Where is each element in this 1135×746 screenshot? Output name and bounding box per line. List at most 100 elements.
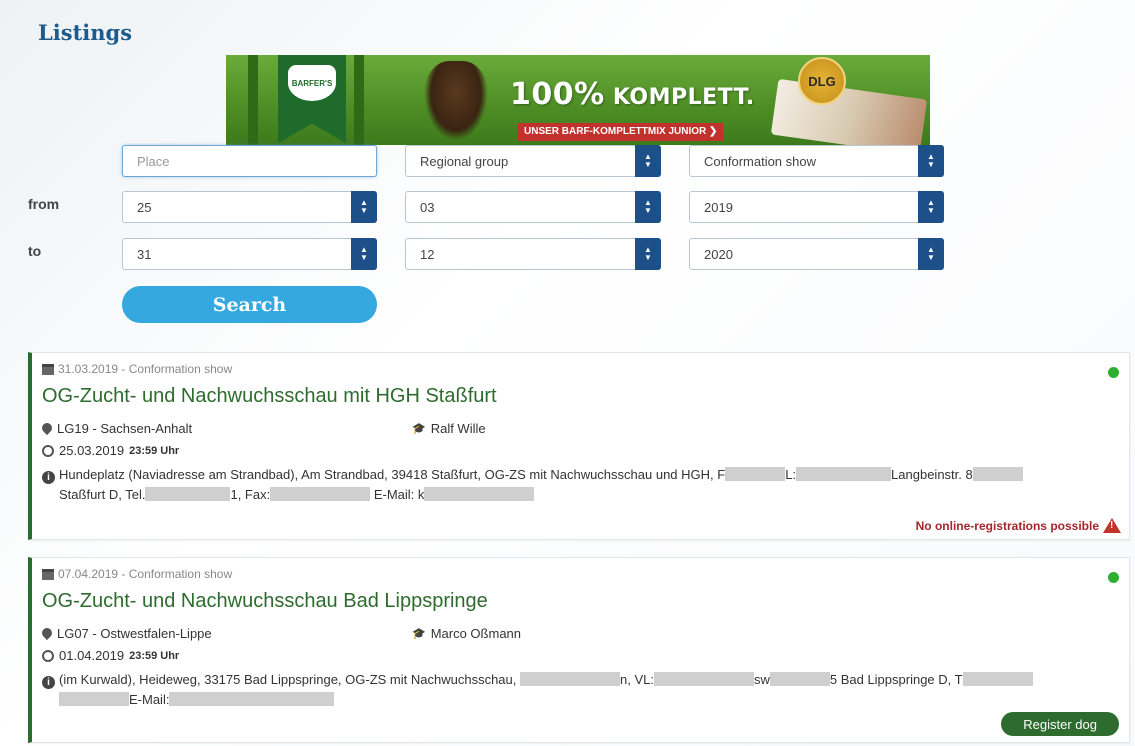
info-text-d: Staßfurt D, Tel.: [59, 487, 146, 502]
registration-status-text: No online-registrations possible: [915, 518, 1099, 533]
judge-name: Marco Oßmann: [430, 626, 522, 641]
region-text: LG19 - Sachsen-Anhalt: [57, 421, 193, 436]
redacted-block: [520, 672, 620, 686]
listing-judge: 🎓 Marco Oßmann: [412, 626, 521, 641]
to-month-value: 12: [420, 246, 435, 262]
registration-status: No online-registrations possible: [916, 518, 1121, 533]
redacted-block: [59, 692, 129, 706]
select-arrows-icon[interactable]: ▲ ▼: [351, 238, 377, 270]
info-text-b: n, VL:: [620, 672, 654, 687]
to-label: to: [28, 243, 42, 259]
graduation-cap-icon: 🎓: [412, 628, 426, 640]
to-month-select[interactable]: 12 ▲ ▼: [405, 238, 661, 270]
select-arrows-icon[interactable]: ▲ ▼: [635, 145, 661, 177]
redacted-block: [962, 672, 1033, 686]
info-text-c: Langbeinstr. 8: [891, 467, 973, 482]
info-text-c: sw: [753, 672, 770, 687]
redacted-block: [769, 672, 830, 686]
info-text-e: 1, Fax:: [230, 487, 271, 502]
listing-info: i (im Kurwald), Heideweg, 33175 Bad Lipps…: [42, 670, 1092, 710]
clock-icon: [42, 444, 54, 457]
place-input-wrapper[interactable]: [122, 145, 377, 177]
listing-info: i Hundeplatz (Naviadresse am Strandbad), …: [42, 465, 1092, 505]
redacted-block: [424, 487, 535, 501]
judge-name: Ralf Wille: [430, 421, 486, 436]
warning-icon: [1103, 518, 1121, 533]
listing-date-type: 07.04.2019 - Conformation show: [58, 567, 233, 581]
from-year-select[interactable]: 2019 ▲ ▼: [689, 191, 944, 223]
select-arrows-icon[interactable]: ▲ ▼: [918, 145, 944, 177]
select-arrows-icon[interactable]: ▲ ▼: [635, 191, 661, 223]
status-dot-icon: [1108, 367, 1119, 378]
graduation-cap-icon: 🎓: [412, 423, 426, 435]
select-arrows-icon[interactable]: ▲ ▼: [918, 191, 944, 223]
page: Listings BARFER'S 100% KOMPLETT. UNSER B…: [0, 0, 1135, 746]
deadline-time: 23:59 Uhr: [129, 649, 180, 662]
search-button[interactable]: Search: [122, 286, 377, 323]
listing-meta: 07.04.2019 - Conformation show: [42, 567, 232, 581]
redacted-block: [145, 487, 231, 501]
redacted-block: [270, 487, 371, 501]
from-day-value: 25: [137, 199, 152, 215]
clock-icon: [42, 649, 54, 662]
listing-deadline: 25.03.2019 23:59 Uhr: [42, 443, 179, 458]
deadline-date: 01.04.2019: [59, 648, 125, 663]
redacted-block: [725, 467, 786, 481]
banner-pole: [354, 55, 364, 145]
deadline-date: 25.03.2019: [59, 443, 125, 458]
regional-group-value: Regional group: [420, 153, 509, 169]
info-icon: i: [42, 471, 55, 484]
from-month-select[interactable]: 03 ▲ ▼: [405, 191, 661, 223]
from-day-select[interactable]: 25 ▲ ▼: [122, 191, 377, 223]
listing-title[interactable]: OG-Zucht- und Nachwuchsschau mit HGH Sta…: [42, 385, 497, 408]
calendar-icon: [42, 363, 54, 375]
to-day-select[interactable]: 31 ▲ ▼: [122, 238, 377, 270]
listing-judge: 🎓 Ralf Wille: [412, 421, 486, 436]
listing-meta: 31.03.2019 - Conformation show: [42, 362, 232, 376]
info-text-f: E-Mail: k: [373, 487, 425, 502]
listing-title[interactable]: OG-Zucht- und Nachwuchsschau Bad Lippspr…: [42, 590, 488, 613]
listing-card: 31.03.2019 - Conformation show OG-Zucht-…: [28, 352, 1130, 540]
brand-logo: BARFER'S: [288, 65, 336, 101]
from-month-value: 03: [420, 199, 435, 215]
select-arrows-icon[interactable]: ▲ ▼: [635, 238, 661, 270]
region-text: LG07 - Ostwestfalen-Lippe: [57, 626, 212, 641]
register-dog-button[interactable]: Register dog: [1001, 712, 1119, 736]
info-text-a: (im Kurwald), Heideweg, 33175 Bad Lippsp…: [59, 672, 517, 687]
place-input[interactable]: [137, 153, 376, 169]
banner-tagline: UNSER BARF-KOMPLETTMIX JUNIOR ❯: [518, 123, 724, 141]
listing-region: LG07 - Ostwestfalen-Lippe: [42, 626, 212, 641]
info-text-e: E-Mail:: [129, 692, 170, 707]
page-title: Listings: [38, 20, 133, 45]
banner-headline: 100% KOMPLETT.: [510, 77, 755, 112]
advertisement-banner[interactable]: BARFER'S 100% KOMPLETT. UNSER BARF-KOMPL…: [226, 55, 930, 145]
info-text-a: Hundeplatz (Naviadresse am Strandbad), A…: [59, 467, 726, 482]
from-label: from: [28, 196, 60, 212]
listing-deadline: 01.04.2019 23:59 Uhr: [42, 648, 179, 663]
map-marker-icon: [42, 423, 52, 435]
calendar-icon: [42, 568, 54, 580]
map-marker-icon: [42, 628, 52, 640]
redacted-block: [972, 467, 1023, 481]
show-type-select[interactable]: Conformation show ▲ ▼: [689, 145, 944, 177]
select-arrows-icon[interactable]: ▲ ▼: [918, 238, 944, 270]
info-text-b: L:: [785, 467, 797, 482]
select-arrows-icon[interactable]: ▲ ▼: [351, 191, 377, 223]
listing-date-type: 31.03.2019 - Conformation show: [58, 362, 233, 376]
to-year-select[interactable]: 2020 ▲ ▼: [689, 238, 944, 270]
listing-region: LG19 - Sachsen-Anhalt: [42, 421, 192, 436]
banner-headline-main: 100%: [510, 77, 605, 112]
quality-seal: DLG: [798, 57, 846, 105]
puppy-image: [424, 61, 488, 141]
banner-headline-rest: KOMPLETT.: [604, 85, 755, 110]
show-type-value: Conformation show: [704, 153, 816, 169]
product-pack-image: [770, 78, 928, 145]
redacted-block: [796, 467, 892, 481]
regional-group-select[interactable]: Regional group ▲ ▼: [405, 145, 661, 177]
redacted-block: [653, 672, 754, 686]
to-day-value: 31: [137, 246, 152, 262]
to-year-value: 2020: [704, 246, 733, 262]
deadline-time: 23:59 Uhr: [129, 444, 180, 457]
banner-pole: [248, 55, 258, 145]
info-icon: i: [42, 676, 55, 689]
